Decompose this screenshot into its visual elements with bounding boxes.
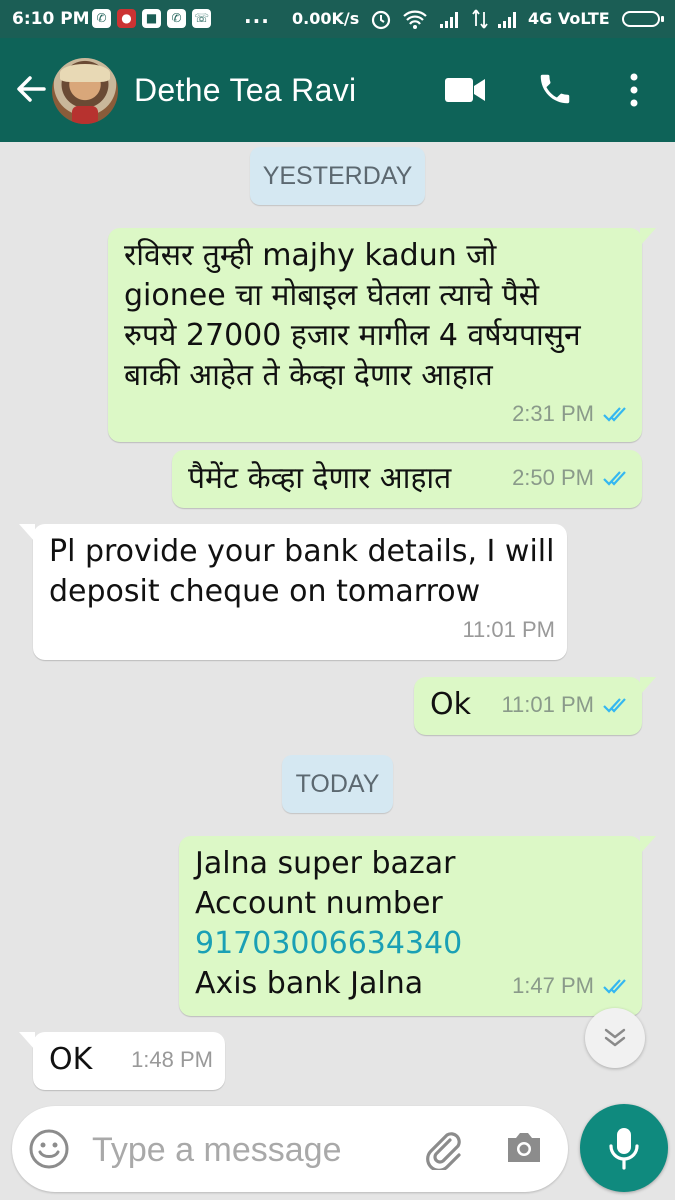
- signal-icon-2: [498, 12, 516, 28]
- message-bubble-incoming[interactable]: Pl provide your bank details, I will dep…: [19, 524, 567, 660]
- date-chip-today: TODAY: [282, 755, 393, 813]
- voice-record-button[interactable]: [580, 1104, 668, 1192]
- message-time: 1:47 PM: [512, 973, 594, 998]
- message-time: 2:50 PM: [512, 465, 594, 490]
- message-meta: 1:47 PM: [512, 966, 630, 1006]
- message-text: Pl provide your bank details, I will dep…: [49, 532, 554, 612]
- alarm-icon: [371, 10, 391, 30]
- message-line: Jalna super bazar: [195, 846, 456, 881]
- message-time: 11:01 PM: [501, 692, 594, 717]
- message-line: deposit cheque on tomarrow: [49, 574, 481, 609]
- message-line: gionee चा मोबाइल घेतला त्याचे पैसे: [124, 278, 540, 313]
- double-tick-icon: [603, 698, 626, 713]
- double-tick-icon: [603, 471, 626, 486]
- signal-icon: [440, 12, 458, 28]
- app-notif-icon-2: ■: [142, 9, 161, 28]
- message-line: रविसर तुम्ही majhy kadun जो: [124, 238, 497, 273]
- wifi-icon: [403, 10, 427, 29]
- network-type: 4G VoLTE: [528, 9, 610, 28]
- chat-header: Dethe Tea Ravi: [0, 38, 675, 142]
- data-transfer-icon: [472, 9, 488, 29]
- message-bubble-incoming[interactable]: OK 1:48 PM: [19, 1032, 225, 1090]
- more-vert-icon[interactable]: [624, 72, 644, 108]
- message-line: पैमेंट केव्हा देणार आहात: [188, 461, 452, 496]
- back-arrow-icon[interactable]: [14, 72, 48, 106]
- message-text: पैमेंट केव्हा देणार आहात: [188, 459, 451, 499]
- message-time: 11:01 PM: [462, 617, 555, 642]
- message-text: OK: [49, 1040, 92, 1080]
- message-input[interactable]: [90, 1124, 394, 1176]
- message-line: OK: [49, 1042, 93, 1077]
- phone-notif-icon: ☏: [192, 9, 211, 28]
- message-bubble-outgoing[interactable]: Jalna super bazar Account number 9170300…: [179, 836, 656, 1016]
- message-time: 2:31 PM: [512, 401, 594, 426]
- message-text: Jalna super bazar Account number 9170300…: [195, 844, 462, 1004]
- message-line: बाकी आहेत ते केव्हा देणार आहात: [124, 358, 493, 393]
- message-line: Account number: [195, 886, 443, 921]
- contact-name[interactable]: Dethe Tea Ravi: [134, 72, 356, 109]
- app-notif-icon: ●: [117, 9, 136, 28]
- message-meta: 2:31 PM: [512, 394, 630, 434]
- scroll-to-bottom-button[interactable]: [585, 1008, 645, 1068]
- emoji-icon[interactable]: [28, 1128, 70, 1170]
- double-tick-icon: [603, 407, 626, 422]
- mic-icon: [609, 1128, 639, 1170]
- camera-icon[interactable]: [504, 1130, 544, 1166]
- battery-icon: [622, 11, 664, 27]
- message-bubble-outgoing[interactable]: पैमेंट केव्हा देणार आहात 2:50 PM: [172, 450, 642, 508]
- more-notifications-indicator: ...: [244, 4, 270, 28]
- date-chip-yesterday: YESTERDAY: [250, 147, 425, 205]
- attach-icon[interactable]: [420, 1126, 464, 1170]
- notification-icons: ✆ ● ■ ✆ ☏: [92, 9, 211, 28]
- phone-icon[interactable]: [536, 70, 574, 108]
- message-text: Ok: [430, 685, 471, 725]
- net-speed: 0.00K/s: [292, 9, 360, 28]
- message-meta: 2:50 PM: [512, 458, 630, 498]
- message-meta: 1:48 PM: [131, 1040, 213, 1080]
- message-meta: 11:01 PM: [462, 610, 555, 650]
- chevron-down-icon: [604, 1028, 626, 1047]
- whatsapp-notif-icon: ✆: [92, 9, 111, 28]
- whatsapp-notif-icon-2: ✆: [167, 9, 186, 28]
- message-line: Ok: [430, 687, 471, 722]
- message-text: रविसर तुम्ही majhy kadun जो gionee चा मो…: [124, 236, 581, 396]
- message-composer: [12, 1106, 568, 1192]
- status-time: 6:10 PM: [12, 9, 90, 29]
- message-time: 1:48 PM: [131, 1047, 213, 1072]
- message-line: Pl provide your bank details, I will: [49, 534, 555, 569]
- message-bubble-outgoing[interactable]: Ok 11:01 PM: [414, 677, 656, 735]
- status-bar: 6:10 PM ✆ ● ■ ✆ ☏ ... 0.00K/s 4G VoLTE: [0, 0, 675, 38]
- double-tick-icon: [603, 979, 626, 994]
- message-meta: 11:01 PM: [501, 685, 630, 725]
- video-call-icon[interactable]: [444, 76, 486, 104]
- contact-avatar[interactable]: [52, 58, 118, 124]
- phone-number-link[interactable]: 91703006634340: [195, 924, 462, 964]
- message-bubble-outgoing[interactable]: रविसर तुम्ही majhy kadun जो gionee चा मो…: [108, 228, 656, 442]
- message-line: Axis bank Jalna: [195, 966, 424, 1001]
- message-line: रुपये 27000 हजार मागील 4 वर्षयपासुन: [124, 318, 581, 353]
